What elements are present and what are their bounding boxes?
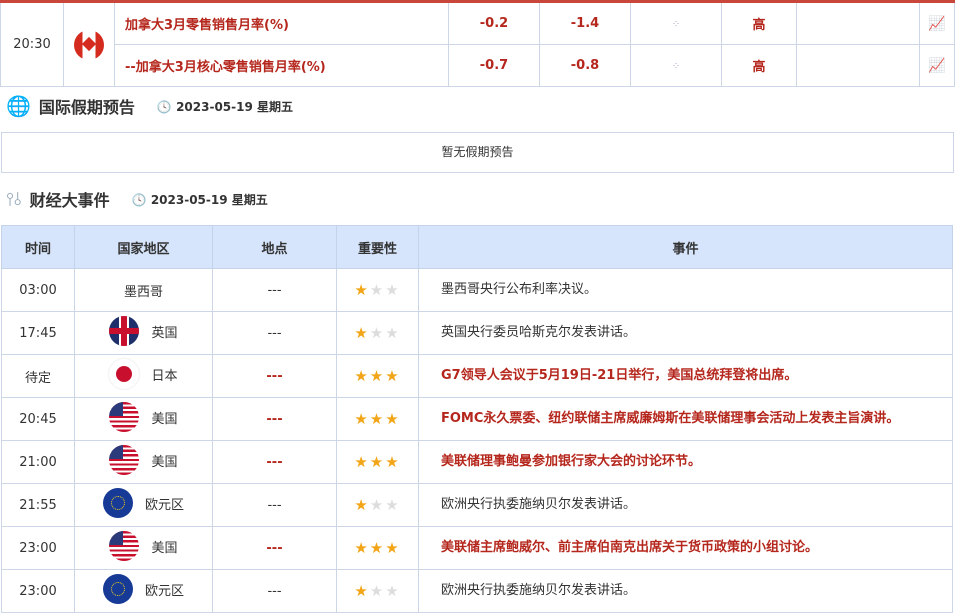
event-place: --- — [212, 569, 337, 613]
event-description: FOMC永久票委、纽约联储主席威廉姆斯在美联储理事会活动上发表主旨演讲。 — [418, 397, 953, 441]
holiday-empty: 暂无假期预告 — [1, 132, 954, 173]
importance-stars: ★★★ — [354, 410, 401, 428]
event-place: --- — [212, 440, 337, 484]
sliders-icon: ⫯⫰ — [6, 188, 22, 210]
event-place: --- — [212, 354, 337, 398]
release-time: 20:30 — [0, 1, 64, 87]
event-time: 03:00 — [1, 268, 75, 312]
event-description: 英国央行委员哈斯克尔发表讲话。 — [418, 311, 953, 355]
table-row: 21:00 美国 --- ★★★ 美联储理事鲍曼参加银行家大会的讨论环节。 — [1, 440, 953, 484]
section-date: 2023-05-19 星期五 — [150, 192, 268, 207]
event-time: 21:55 — [1, 483, 75, 527]
event-description: G7领导人会议于5月19日-21日举行，美国总统拜登将出席。 — [418, 354, 953, 398]
event-country: 美国 — [151, 540, 178, 556]
indicator-name[interactable]: --加拿大3月核心零售销售月率(%) — [114, 44, 449, 87]
event-time: 23:00 — [1, 569, 75, 613]
chart-icon[interactable]: 📈 — [928, 58, 945, 74]
header-time: 时间 — [1, 225, 75, 269]
table-row: 21:55 欧元区 --- ★★★ 欧洲央行执委施纳贝尔发表讲话。 — [1, 483, 953, 527]
table-row: 20:45 美国 --- ★★★ FOMC永久票委、纽约联储主席威廉姆斯在美联储… — [1, 397, 953, 441]
event-country: 墨西哥 — [123, 284, 163, 300]
table-row: 20:30 加拿大3月零售销售月率(%) -0.2 -1.4 ⁘ 高 📈 — [0, 1, 955, 87]
event-place: --- — [212, 268, 337, 312]
event-time: 20:45 — [1, 397, 75, 441]
eu-flag-icon — [102, 574, 133, 604]
importance-stars: ★★★ — [354, 324, 401, 342]
forecast-value: -0.8 — [539, 44, 631, 87]
section-title: 国际假期预告 — [38, 98, 135, 117]
event-description: 欧洲央行执委施纳贝尔发表讲话。 — [418, 569, 953, 613]
event-description: 美联储理事鲍曼参加银行家大会的讨论环节。 — [418, 440, 953, 484]
header-importance: 重要性 — [336, 225, 419, 269]
uk-flag-icon — [109, 316, 140, 346]
importance-stars: ★★★ — [354, 539, 401, 557]
table-row: --加拿大3月核心零售销售月率(%) -0.7 -0.8 ⁘ 高 📈 — [1, 44, 955, 87]
event-description: 欧洲央行执委施纳贝尔发表讲话。 — [418, 483, 953, 527]
importance-stars: ★★★ — [354, 496, 401, 514]
importance-stars: ★★★ — [354, 367, 401, 385]
table-row: 23:00 欧元区 --- ★★★ 欧洲央行执委施纳贝尔发表讲话。 — [1, 569, 953, 613]
header-place: 地点 — [212, 225, 337, 269]
event-time: 待定 — [1, 354, 75, 398]
event-country: 美国 — [151, 454, 178, 470]
importance: 高 — [721, 1, 797, 45]
previous-value: -0.2 — [448, 1, 540, 45]
event-time: 17:45 — [1, 311, 75, 355]
event-country: 美国 — [151, 411, 178, 427]
table-row: 03:00 墨西哥 --- ★★★ 墨西哥央行公布利率决议。 — [1, 268, 953, 312]
forecast-value: -1.4 — [539, 1, 631, 45]
us-flag-icon — [109, 445, 140, 475]
us-flag-icon — [109, 402, 140, 432]
event-place: --- — [212, 311, 337, 355]
us-flag-icon — [109, 531, 140, 561]
event-place: --- — [212, 483, 337, 527]
header-event: 事件 — [418, 225, 953, 269]
previous-value: -0.7 — [448, 44, 540, 87]
event-time: 23:00 — [1, 526, 75, 570]
section-date: 2023-05-19 星期五 — [176, 99, 293, 114]
jp-flag-icon — [109, 359, 140, 389]
loading-spinner-icon: ⁘ — [671, 19, 681, 30]
importance-stars: ★★★ — [354, 453, 401, 471]
loading-spinner-icon: ⁘ — [671, 61, 681, 72]
indicator-table: 20:30 加拿大3月零售销售月率(%) -0.2 -1.4 ⁘ 高 📈 --加… — [0, 0, 955, 87]
section-title: 财经大事件 — [29, 191, 110, 210]
events-header: ⫯⫰ 财经大事件 🕓 2023-05-19 星期五 — [6, 187, 268, 211]
event-country: 欧元区 — [144, 583, 184, 599]
clock-icon: 🕓 — [131, 192, 147, 207]
event-description: 美联储主席鲍威尔、前主席伯南克出席关于货币政策的小组讨论。 — [418, 526, 953, 570]
importance: 高 — [721, 44, 797, 87]
importance-stars: ★★★ — [354, 281, 401, 299]
events-table: 时间 国家地区 地点 重要性 事件 03:00 墨西哥 --- ★★★ 墨西哥央… — [1, 225, 953, 613]
table-row: 待定 日本 --- ★★★ G7领导人会议于5月19日-21日举行，美国总统拜登… — [1, 354, 953, 398]
header-country: 国家地区 — [74, 225, 213, 269]
clock-icon: 🕓 — [156, 99, 172, 114]
event-description: 墨西哥央行公布利率决议。 — [418, 268, 953, 312]
event-place: --- — [212, 397, 337, 441]
event-time: 21:00 — [1, 440, 75, 484]
holiday-header: 🌐 国际假期预告 🕓 2023-05-19 星期五 — [6, 94, 293, 118]
eu-flag-icon — [102, 488, 133, 518]
chart-icon[interactable]: 📈 — [928, 16, 945, 32]
event-place: --- — [212, 526, 337, 570]
event-country: 英国 — [151, 325, 178, 341]
event-country: 欧元区 — [144, 497, 184, 513]
event-country: 日本 — [151, 368, 178, 384]
importance-stars: ★★★ — [354, 582, 401, 600]
indicator-name[interactable]: 加拿大3月零售销售月率(%) — [114, 1, 449, 45]
globe-icon: 🌐 — [6, 94, 31, 118]
table-row: 23:00 美国 --- ★★★ 美联储主席鲍威尔、前主席伯南克出席关于货币政策… — [1, 526, 953, 570]
table-row: 17:45 英国 --- ★★★ 英国央行委员哈斯克尔发表讲话。 — [1, 311, 953, 355]
canada-flag-icon — [74, 29, 104, 60]
